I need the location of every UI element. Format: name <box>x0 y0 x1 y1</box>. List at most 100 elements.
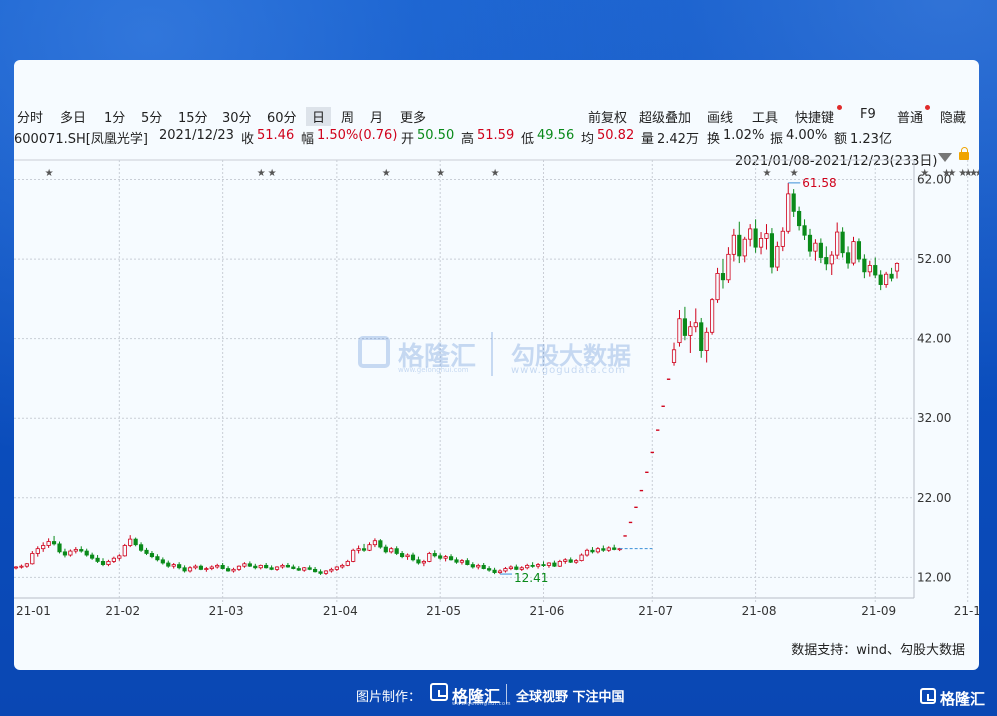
candle <box>329 567 334 573</box>
candle-body <box>470 564 475 568</box>
candle-body <box>574 560 579 563</box>
candle <box>247 561 252 567</box>
candle-body <box>291 566 296 569</box>
candle-body <box>889 273 894 279</box>
candle-body <box>351 549 356 562</box>
candle-body <box>410 554 416 561</box>
candle-body <box>149 553 155 558</box>
chart-annotations: 61.5812.41★★★★★★★★★★★★★★★★★★★★★★★★★★★★★★… <box>45 168 979 585</box>
candle-body <box>878 274 883 285</box>
candle-body <box>79 549 84 552</box>
candle <box>138 542 144 552</box>
candle <box>253 563 258 570</box>
candle-body <box>557 561 562 567</box>
candle-body <box>155 556 160 561</box>
candle <box>487 566 492 572</box>
event-star-icon: ★ <box>762 168 771 179</box>
candle <box>90 552 95 560</box>
candle <box>878 270 883 291</box>
candle <box>671 342 677 366</box>
candle-body <box>215 564 220 568</box>
candle <box>236 565 242 571</box>
candle-body <box>378 540 383 548</box>
candle <box>557 559 562 567</box>
candle <box>144 547 149 556</box>
candle <box>400 551 405 559</box>
candle <box>24 562 29 568</box>
candle-body <box>497 570 503 573</box>
candle-body <box>220 564 225 569</box>
candle-body <box>780 230 785 247</box>
candle-body <box>182 567 187 572</box>
candle-body <box>138 544 144 551</box>
candle <box>448 554 454 561</box>
candle <box>470 562 475 569</box>
candle-body <box>824 257 829 265</box>
candle-body <box>166 562 171 567</box>
event-star-icon: ★ <box>268 168 277 179</box>
candle-body <box>356 548 361 551</box>
event-star-icon: ★ <box>257 168 266 179</box>
footer-logo-icon <box>430 683 448 701</box>
candle-body <box>345 561 350 566</box>
candle-body <box>726 253 731 281</box>
candle-body <box>867 265 872 273</box>
candle-body <box>764 233 769 239</box>
candle <box>481 562 486 570</box>
candle <box>307 565 312 571</box>
candle <box>612 544 617 551</box>
candle-body <box>106 561 111 565</box>
candle <box>873 257 878 279</box>
candle-body <box>51 541 57 545</box>
candle-body <box>682 318 687 336</box>
candle <box>187 566 193 573</box>
candle <box>476 563 481 570</box>
y-tick-label: 22.00 <box>917 491 951 505</box>
candle <box>856 238 862 263</box>
candle <box>100 558 106 567</box>
y-tick-label: 12.00 <box>917 570 951 584</box>
candle <box>46 538 51 548</box>
candle <box>361 543 367 552</box>
candle <box>546 562 552 568</box>
candle-body <box>519 567 524 570</box>
candle-body <box>122 545 127 557</box>
candle-body <box>884 273 889 285</box>
footer-label: 图片制作： <box>356 690 422 705</box>
candle-body <box>400 553 405 558</box>
candle-body <box>171 564 176 567</box>
candle-body <box>568 559 573 563</box>
candle-body <box>731 234 736 255</box>
candle <box>465 558 470 566</box>
candle-body <box>313 568 318 573</box>
candle-body <box>323 570 329 574</box>
candle <box>323 570 329 575</box>
candle-body <box>90 554 95 559</box>
candle <box>84 548 89 557</box>
candle <box>535 562 541 569</box>
candle <box>280 563 285 569</box>
candle-body <box>421 561 426 564</box>
x-tick-label: 21-01 <box>16 604 51 618</box>
candle-body <box>62 551 68 556</box>
x-tick-label: 21-02 <box>105 604 140 618</box>
candle <box>302 566 307 572</box>
candle-body <box>710 299 715 333</box>
candle-body <box>416 559 421 564</box>
chart-panel: 分时 多日 1分 5分 15分 30分 60分 日 周 月 更多 前复权 超级叠… <box>14 60 979 670</box>
candle <box>383 544 388 554</box>
candle <box>226 566 231 572</box>
candle <box>824 246 829 271</box>
candle <box>884 271 889 288</box>
watermark-partner-url: www.gogudata.com <box>511 365 627 376</box>
event-star-icon: ★ <box>436 168 445 179</box>
candle <box>459 559 465 565</box>
candle <box>791 189 796 217</box>
candle-body <box>802 225 807 236</box>
candle <box>19 564 24 569</box>
candle <box>51 535 57 546</box>
x-tick-label: 21-08 <box>742 604 777 618</box>
candle <box>601 545 606 552</box>
candle <box>198 564 203 571</box>
low-annotation: 12.41 <box>514 571 548 585</box>
